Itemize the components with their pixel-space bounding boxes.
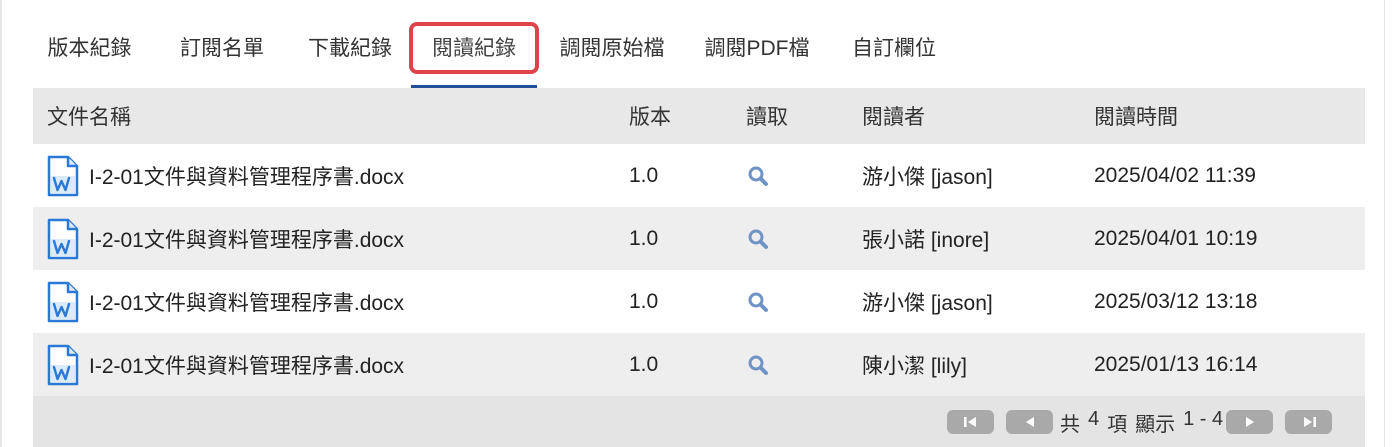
tab-original-file[interactable]: 調閱原始檔: [547, 24, 677, 88]
total-prefix: 共: [1060, 414, 1080, 436]
search-icon[interactable]: [747, 165, 769, 187]
prev-page-icon: [1025, 417, 1034, 427]
tab-version-history[interactable]: 版本紀錄: [33, 24, 146, 88]
search-icon[interactable]: [747, 354, 769, 376]
tab-label: 閱讀紀錄: [432, 37, 516, 60]
tab-subscribers[interactable]: 訂閱名單: [167, 24, 277, 88]
header-reader: 閱讀者: [862, 106, 925, 129]
read-time-cell: 2025/04/02 11:39: [1094, 163, 1256, 187]
tab-download-history[interactable]: 下載紀錄: [295, 24, 405, 88]
pagination-bar: 共 4 項 顯示 1 - 4: [33, 396, 1365, 447]
tab-label: 調閱原始檔: [559, 37, 665, 60]
reader-cell: 游小傑 [jason]: [862, 291, 993, 315]
search-icon[interactable]: [747, 291, 769, 313]
header-read: 讀取: [746, 106, 788, 129]
first-page-icon: [963, 417, 976, 427]
read-time-cell: 2025/01/13 16:14: [1094, 352, 1258, 376]
last-page-button[interactable]: [1285, 410, 1332, 434]
tab-pdf-file[interactable]: 調閱PDF檔: [693, 24, 821, 88]
tab-label: 調閱PDF檔: [704, 37, 810, 60]
tab-label: 自訂欄位: [852, 37, 936, 60]
header-read-time: 閱讀時間: [1094, 106, 1178, 129]
tab-read-history[interactable]: 閱讀紀錄: [409, 22, 539, 88]
last-page-icon: [1303, 417, 1316, 427]
table-row: I-2-01文件與資料管理程序書.docx 1.0 游小傑 [jason] 20…: [33, 144, 1365, 207]
file-name-link[interactable]: I-2-01文件與資料管理程序書.docx: [89, 287, 404, 317]
right-border: [1384, 0, 1385, 447]
word-document-icon: [47, 155, 79, 196]
tab-bar: 版本紀錄 訂閱名單 下載紀錄 閱讀紀錄 調閱原始檔 調閱PDF檔 自訂欄位: [33, 22, 1365, 88]
word-document-icon: [47, 218, 79, 259]
display-label: 顯示: [1135, 414, 1176, 436]
header-file-name: 文件名稱: [47, 106, 131, 129]
prev-page-button[interactable]: [1006, 410, 1053, 434]
pager-summary: 共 4 項 顯示 1 - 4: [1060, 408, 1223, 437]
reader-cell: 張小諾 [inore]: [862, 228, 990, 252]
total-count: 4: [1088, 408, 1100, 430]
first-page-button[interactable]: [947, 410, 994, 434]
read-time-cell: 2025/04/01 10:19: [1094, 226, 1258, 250]
table-row: I-2-01文件與資料管理程序書.docx 1.0 張小諾 [inore] 20…: [33, 207, 1365, 270]
tab-label: 版本紀錄: [47, 37, 132, 60]
reader-cell: 陳小潔 [lily]: [862, 354, 967, 378]
file-name-link[interactable]: I-2-01文件與資料管理程序書.docx: [89, 161, 404, 191]
table-row: I-2-01文件與資料管理程序書.docx 1.0 陳小潔 [lily] 202…: [33, 333, 1365, 396]
read-time-cell: 2025/03/12 13:18: [1094, 289, 1258, 313]
version-cell: 1.0: [629, 352, 659, 376]
word-document-icon: [47, 281, 79, 322]
file-name-link[interactable]: I-2-01文件與資料管理程序書.docx: [89, 350, 404, 380]
version-cell: 1.0: [629, 226, 659, 250]
reader-cell: 游小傑 [jason]: [862, 165, 993, 189]
total-suffix: 項: [1107, 414, 1128, 436]
display-range: 1 - 4: [1183, 408, 1224, 430]
tab-label: 訂閱名單: [180, 37, 264, 60]
word-document-icon: [47, 344, 79, 385]
next-page-button[interactable]: [1226, 410, 1273, 434]
version-cell: 1.0: [629, 163, 659, 187]
search-icon[interactable]: [747, 228, 769, 250]
file-name-link[interactable]: I-2-01文件與資料管理程序書.docx: [89, 224, 404, 254]
header-version: 版本: [629, 106, 671, 129]
left-border: [0, 0, 2, 447]
table-header: 文件名稱 版本 讀取 閱讀者 閱讀時間: [33, 88, 1365, 144]
table-row: I-2-01文件與資料管理程序書.docx 1.0 游小傑 [jason] 20…: [33, 270, 1365, 333]
next-page-icon: [1245, 417, 1254, 427]
tab-label: 下載紀錄: [308, 37, 392, 60]
tab-custom-fields[interactable]: 自訂欄位: [839, 24, 949, 88]
version-cell: 1.0: [629, 289, 659, 313]
read-history-table: 文件名稱 版本 讀取 閱讀者 閱讀時間 I-2-01文件與資料管理程序書.doc…: [33, 88, 1365, 396]
